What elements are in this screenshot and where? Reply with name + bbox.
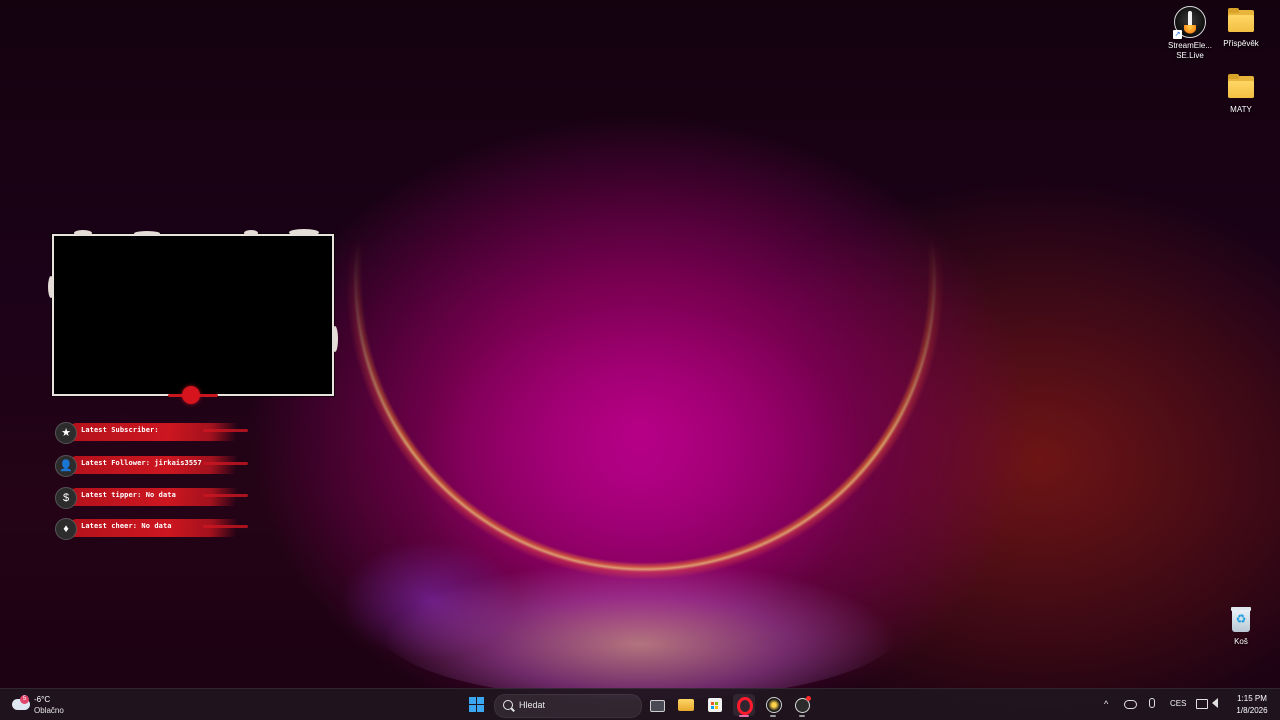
taskbar-app-file-explorer[interactable] — [675, 694, 697, 716]
alert-text: Latest tipper: No data — [81, 491, 176, 499]
weather-condition: Oblačno — [34, 706, 64, 715]
dollar-icon: $ — [55, 487, 77, 509]
star-icon: ★ — [55, 422, 77, 444]
store-icon — [708, 698, 722, 712]
folder-icon — [678, 699, 694, 711]
shortcut-arrow-icon: ↗ — [1173, 30, 1182, 39]
webcam-accent-dot — [182, 386, 200, 404]
overlay-alert-subscriber: ★ Latest Subscriber: — [53, 421, 253, 444]
taskbar-app-obs[interactable] — [791, 694, 813, 717]
desktop-icon-label: Příspěvěk — [1223, 39, 1259, 48]
desktop: ↗ StreamEle... SE.Live Příspěvěk MATY ♻ … — [0, 0, 1280, 720]
microphone-icon[interactable] — [1147, 698, 1155, 708]
folder-icon — [1226, 6, 1256, 36]
weather-alert-badge: 5 — [20, 695, 29, 704]
desktop-icon-maty[interactable]: MATY — [1209, 72, 1273, 115]
streamelements-icon: ↗ — [1173, 6, 1206, 39]
overlay-alert-tipper: $ Latest tipper: No data — [53, 486, 253, 509]
wallpaper-glow-bottom — [380, 560, 900, 700]
clock-date: 1/8/2026 — [1236, 706, 1268, 715]
folder-icon — [1226, 72, 1256, 102]
alert-text: Latest Follower: jirkais3557 — [81, 459, 202, 467]
search-label: Hledat — [519, 700, 546, 710]
taskbar-app-opera[interactable] — [733, 694, 755, 717]
streamelements-icon — [766, 697, 782, 713]
windows-logo-icon — [469, 697, 476, 704]
onedrive-sync-icon[interactable] — [1124, 698, 1137, 709]
taskbar-app-task-view[interactable] — [646, 694, 668, 716]
system-clock[interactable]: 1:15 PM 1/8/2026 — [1228, 693, 1276, 717]
opera-icon — [737, 697, 753, 715]
clock-time: 1:15 PM — [1237, 694, 1267, 703]
weather-widget[interactable]: 5 -6°C Oblačno — [10, 692, 90, 718]
overlay-alert-follower: 👤 Latest Follower: jirkais3557 — [53, 454, 253, 477]
taskbar-app-store[interactable] — [704, 694, 726, 716]
taskbar: 5 -6°C Oblačno Hledat ^ CES 1:15 PM 1/8/… — [0, 688, 1280, 720]
desktop-icon-label: Koš — [1234, 637, 1248, 646]
input-language[interactable]: CES — [1170, 699, 1186, 708]
task-view-icon — [650, 700, 665, 712]
network-icon[interactable] — [1196, 698, 1208, 709]
overlay-alert-cheer: ♦ Latest cheer: No data — [53, 517, 253, 540]
alert-text: Latest Subscriber: — [81, 426, 159, 434]
search-icon — [503, 700, 513, 710]
desktop-icon-label: SE.Live — [1176, 51, 1204, 60]
show-hidden-icons-chevron[interactable]: ^ — [1104, 699, 1108, 709]
diamond-icon: ♦ — [55, 518, 77, 540]
user-icon: 👤 — [55, 455, 77, 477]
recycle-bin-icon: ♻ — [1226, 604, 1256, 634]
webcam-frame — [48, 229, 338, 396]
desktop-icon-recycle-bin[interactable]: ♻ Koš — [1209, 604, 1273, 647]
alert-text: Latest cheer: No data — [81, 522, 172, 530]
taskbar-search[interactable]: Hledat — [494, 694, 642, 718]
weather-temperature: -6°C — [34, 695, 51, 704]
start-button[interactable] — [469, 697, 485, 713]
taskbar-app-streamelements[interactable] — [762, 694, 784, 717]
volume-icon[interactable] — [1212, 698, 1218, 708]
notification-dot — [806, 696, 811, 701]
desktop-icon-prispevek[interactable]: Příspěvěk — [1209, 6, 1273, 49]
desktop-icon-label: MATY — [1230, 105, 1252, 114]
